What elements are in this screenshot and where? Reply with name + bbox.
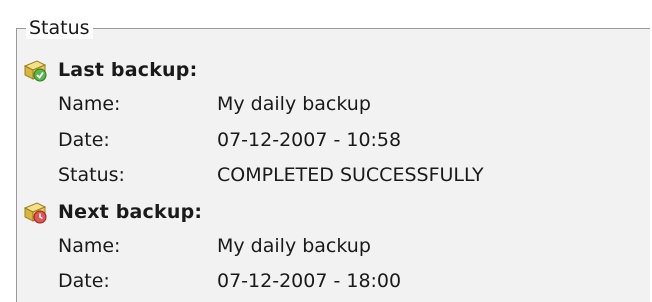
last-backup-date-value: 07-12-2007 - 10:58 (217, 129, 402, 151)
last-backup-status-label: Status: (58, 164, 125, 186)
next-backup-name-value: My daily backup (217, 235, 371, 257)
last-backup-date-label: Date: (58, 129, 110, 151)
next-backup-name-label: Name: (58, 235, 121, 257)
next-backup-date-value: 07-12-2007 - 18:00 (217, 270, 402, 292)
backup-drive-ok-icon (22, 57, 48, 83)
next-backup-title: Next backup: (58, 201, 203, 223)
status-group-legend: Status (26, 17, 93, 39)
last-backup-name-value: My daily backup (217, 93, 371, 115)
next-backup-date-label: Date: (58, 270, 110, 292)
backup-drive-scheduled-icon (22, 199, 48, 225)
last-backup-title: Last backup: (58, 59, 198, 81)
last-backup-header: Last backup: (22, 55, 197, 85)
last-backup-status-value: COMPLETED SUCCESSFULLY (217, 164, 484, 186)
last-backup-name-label: Name: (58, 93, 121, 115)
next-backup-header: Next backup: (22, 197, 202, 227)
